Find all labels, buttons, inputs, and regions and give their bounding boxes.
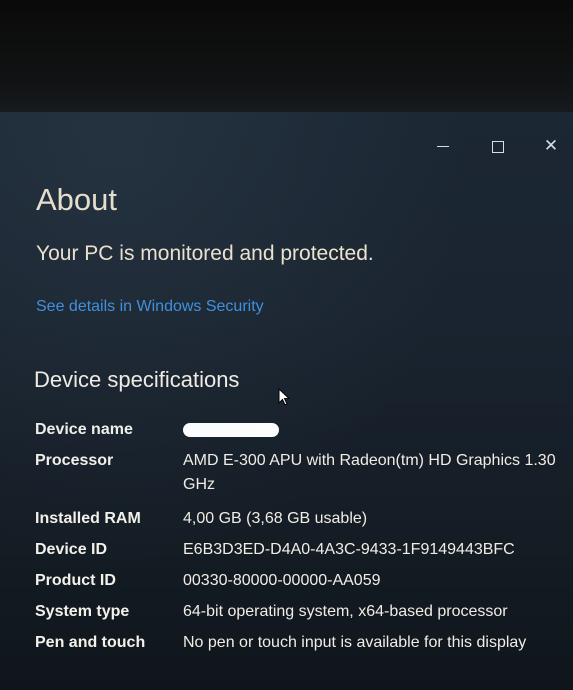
- spec-row-pen-and-touch: Pen and touch No pen or touch input is a…: [35, 631, 565, 681]
- monitor-bezel: [0, 0, 573, 112]
- spec-row-processor: Processor AMD E-300 APU with Radeon(tm) …: [35, 449, 565, 507]
- spec-label: Processor: [35, 452, 114, 469]
- spec-value-device-name: [183, 418, 565, 445]
- spec-value[interactable]: 4,00 GB (3,68 GB usable): [183, 507, 565, 531]
- spec-label: System type: [35, 603, 130, 620]
- device-specifications-list: Device name Processor AMD E-300 APU with…: [35, 418, 565, 681]
- spec-label: Device ID: [35, 541, 108, 558]
- spec-row-product-id: Product ID 00330-80000-00000-AA059: [35, 569, 565, 600]
- page-title: About: [36, 182, 118, 217]
- redacted-device-name: [183, 423, 279, 437]
- spec-value[interactable]: 00330-80000-00000-AA059: [183, 569, 565, 593]
- spec-value[interactable]: E6B3D3ED-D4A0-4A3C-9433-1F9149443BFC: [183, 538, 565, 562]
- spec-row-system-type: System type 64-bit operating system, x64…: [35, 600, 565, 631]
- mouse-pointer-icon: [278, 388, 290, 406]
- maximize-button[interactable]: [478, 136, 518, 156]
- spec-row-device-name: Device name: [35, 418, 565, 449]
- spec-label: Device name: [35, 421, 133, 438]
- window-caption-controls: ✕: [413, 136, 573, 156]
- close-icon: ✕: [543, 136, 559, 156]
- minimize-button[interactable]: [423, 136, 463, 156]
- spec-label: Installed RAM: [35, 510, 141, 527]
- spec-label: Product ID: [35, 572, 116, 589]
- minimize-icon: [437, 146, 449, 147]
- windows-security-link[interactable]: See details in Windows Security: [36, 298, 264, 316]
- spec-row-device-id: Device ID E6B3D3ED-D4A0-4A3C-9433-1F9149…: [35, 538, 565, 569]
- spec-value[interactable]: No pen or touch input is available for t…: [183, 631, 565, 655]
- device-specifications-heading: Device specifications: [34, 367, 240, 392]
- close-button[interactable]: ✕: [531, 136, 571, 156]
- spec-row-installed-ram: Installed RAM 4,00 GB (3,68 GB usable): [35, 507, 565, 538]
- spec-value[interactable]: 64-bit operating system, x64-based proce…: [183, 600, 565, 624]
- spec-value[interactable]: AMD E-300 APU with Radeon(tm) HD Graphic…: [183, 449, 565, 497]
- protection-status-text: Your PC is monitored and protected.: [36, 242, 374, 265]
- spec-label: Pen and touch: [35, 634, 146, 651]
- photo-of-screen: ✕ About Your PC is monitored and protect…: [0, 0, 573, 690]
- maximize-icon: [492, 140, 504, 153]
